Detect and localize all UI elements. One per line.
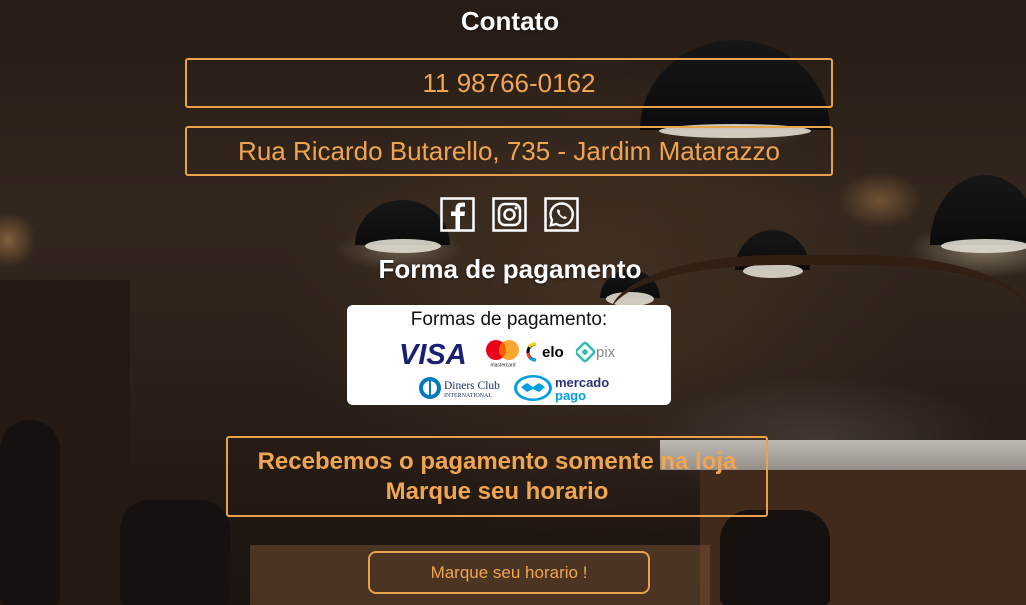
diners-club-logo: Diners Club INTERNATIONAL [419,377,500,399]
visa-text: VISA [399,339,467,367]
phone-number: 11 98766-0162 [422,67,596,98]
address-text: Rua Ricardo Butarello, 735 - Jardim Mata… [238,135,780,166]
payment-heading: Forma de pagamento [378,254,642,284]
elo-text: elo [542,344,564,361]
diners-line1: Diners Club [444,380,500,392]
diners-line2: INTERNATIONAL [444,393,492,399]
payment-card-title: Formas de pagamento: [410,309,608,330]
social-links [440,197,579,232]
mastercard-text: mastercard [490,363,515,369]
elo-logo: elo [526,342,564,362]
payment-notice-box: Recebemos o pagamento somente na loja Ma… [226,436,768,517]
address-box[interactable]: Rua Ricardo Butarello, 735 - Jardim Mata… [185,126,833,176]
phone-box[interactable]: 11 98766-0162 [185,58,833,108]
payment-notice-text: Recebemos o pagamento somente na loja Ma… [257,447,737,505]
mercado-pago-logo: mercado pago [514,375,609,403]
instagram-icon[interactable] [492,197,527,232]
book-appointment-label: Marque seu horario ! [430,562,588,582]
mercado-line2: pago [555,388,586,403]
visa-logo: VISA [399,339,467,367]
pix-text: pix [596,344,616,361]
whatsapp-icon[interactable] [544,197,579,232]
contact-section: Contato 11 98766-0162 Rua Ricardo Butare… [0,0,1026,605]
mastercard-logo: mastercard [486,340,519,369]
payment-methods-card: Formas de pagamento: VISA mastercard elo [347,305,671,405]
facebook-icon[interactable] [440,197,475,232]
pix-logo: pix [576,341,616,363]
book-appointment-button[interactable]: Marque seu horario ! [368,551,650,594]
contact-heading: Contato [460,6,560,36]
